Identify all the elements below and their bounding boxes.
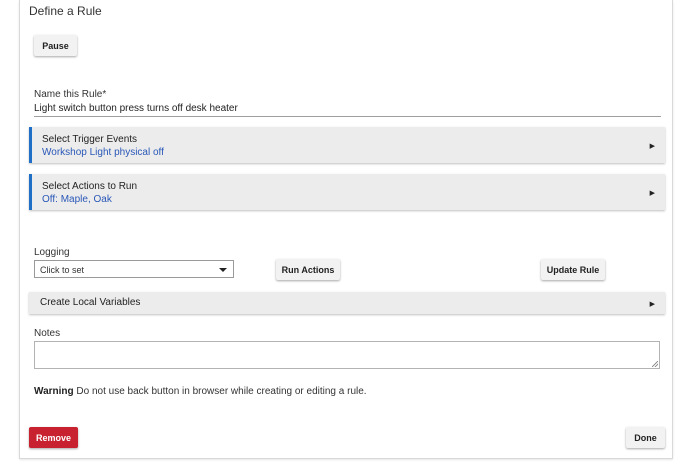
trigger-events-summary: Workshop Light physical off [42, 147, 164, 158]
actions-title: Select Actions to Run [42, 181, 138, 192]
caret-right-icon: ▶ [649, 190, 655, 197]
actions-section[interactable]: Select Actions to Run Off: Maple, Oak ▶ [29, 174, 665, 210]
logging-label: Logging [34, 247, 70, 258]
pause-button[interactable]: Pause [34, 35, 77, 56]
warning-message: Warning Do not use back button in browse… [34, 386, 367, 397]
rule-name-label: Name this Rule* [34, 89, 107, 100]
caret-right-icon: ▶ [649, 143, 655, 150]
warning-label: Warning [34, 386, 74, 397]
trigger-events-section[interactable]: Select Trigger Events Workshop Light phy… [29, 127, 665, 163]
logging-select-value: Click to set [40, 265, 85, 275]
notes-textarea[interactable] [34, 341, 660, 369]
caret-right-icon: ▶ [649, 301, 655, 308]
rule-name-input[interactable] [34, 101, 661, 117]
local-variables-section[interactable]: Create Local Variables ▶ [29, 292, 665, 314]
logging-select[interactable]: Click to set [34, 260, 234, 278]
remove-button[interactable]: Remove [29, 427, 78, 448]
rule-card: Define a Rule Pause Name this Rule* Sele… [19, 0, 673, 459]
local-variables-title: Create Local Variables [40, 297, 141, 308]
run-actions-button[interactable]: Run Actions [276, 259, 340, 280]
trigger-events-title: Select Trigger Events [42, 134, 138, 145]
page-title: Define a Rule [29, 4, 102, 18]
notes-label: Notes [34, 328, 61, 339]
resize-grip-icon[interactable] [652, 361, 658, 367]
done-button[interactable]: Done [626, 427, 665, 448]
chevron-down-icon [219, 268, 227, 272]
update-rule-button[interactable]: Update Rule [541, 259, 605, 280]
actions-summary: Off: Maple, Oak [42, 194, 112, 205]
warning-text: Do not use back button in browser while … [73, 386, 367, 397]
